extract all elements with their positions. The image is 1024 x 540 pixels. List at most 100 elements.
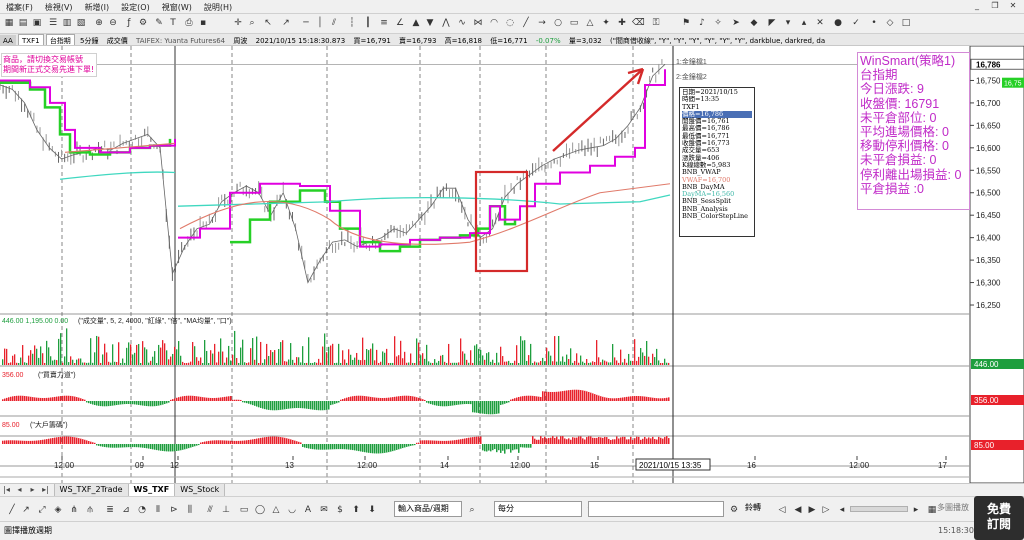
speed-line-icon[interactable]: ⫻	[204, 504, 216, 516]
channel-icon[interactable]: ⫽	[328, 17, 340, 29]
ray-icon[interactable]: →	[536, 17, 548, 29]
quote-icon[interactable]: ▥	[61, 17, 73, 29]
tab-ws-txf[interactable]: WS_TXF	[127, 484, 176, 496]
zigzag-icon[interactable]: ⋀	[440, 17, 452, 29]
label-icon[interactable]: ✦	[600, 17, 612, 29]
fib-time-icon[interactable]: ⦀	[152, 504, 164, 516]
menu-file[interactable]: 檔案(F)	[0, 0, 39, 13]
tab-last-icon[interactable]: ▸|	[39, 484, 52, 496]
symbol-list-icon[interactable]: ☰	[47, 17, 59, 29]
cycle-icon[interactable]: ◠	[488, 17, 500, 29]
red-flag-icon[interactable]: ◤	[766, 17, 778, 29]
menu-window[interactable]: 視窗(W)	[156, 0, 198, 13]
red-arrow-icon[interactable]: ➤	[730, 17, 742, 29]
zoom-out-icon[interactable]: ⊖	[107, 17, 119, 29]
crosshair-icon[interactable]: ✛	[232, 17, 244, 29]
buy-arrow-icon[interactable]: ⬆	[350, 504, 362, 516]
triangle-icon[interactable]: △	[584, 17, 596, 29]
zoom-in-icon[interactable]: ⊕	[93, 17, 105, 29]
text-draw-icon[interactable]: A	[302, 504, 314, 516]
rect-draw-icon[interactable]: ▭	[238, 504, 250, 516]
wave-icon[interactable]: ∿	[456, 17, 468, 29]
command-input[interactable]	[588, 501, 724, 517]
search-icon[interactable]: ⌕	[466, 504, 478, 516]
parallel-icon[interactable]: ◈	[52, 504, 64, 516]
step-forward-icon[interactable]: ▷	[820, 504, 832, 516]
close-icon[interactable]: ✕	[1004, 1, 1022, 10]
red-down-icon[interactable]: ▾	[782, 17, 794, 29]
save-icon[interactable]: ▪	[197, 17, 209, 29]
symbol-code[interactable]: TXF1	[18, 34, 44, 45]
slider-left-icon[interactable]: ◂	[836, 504, 848, 516]
extended-line-icon[interactable]: ⤢	[36, 504, 48, 516]
red-dot-icon[interactable]: ●	[832, 17, 844, 29]
red-check-icon[interactable]: ✓	[850, 17, 862, 29]
menu-settings[interactable]: 設定(O)	[115, 0, 156, 13]
bullet-icon[interactable]: •	[868, 17, 880, 29]
tab-next-icon[interactable]: ▸	[26, 484, 39, 496]
settings-icon[interactable]: ⚙	[728, 504, 740, 516]
red-marker-icon[interactable]: ◆	[748, 17, 760, 29]
free-subscribe-button[interactable]: 免費 訂閱	[974, 496, 1024, 540]
minimize-icon[interactable]: _	[968, 1, 986, 10]
product-period-input[interactable]: 輸入商品/週期	[394, 501, 462, 517]
note-icon[interactable]: ✉	[318, 504, 330, 516]
marker-icon[interactable]: ✚	[616, 17, 628, 29]
cycle-lines-icon[interactable]: ⫼	[184, 504, 196, 516]
order-label[interactable]: 鈴轉	[742, 501, 772, 517]
pointer-icon[interactable]: ↖	[262, 17, 274, 29]
ellipse-draw-icon[interactable]: ◯	[254, 504, 266, 516]
red-cross-icon[interactable]: ✕	[814, 17, 826, 29]
print-icon[interactable]: ⎙	[183, 17, 195, 29]
order-icon[interactable]: ▧	[75, 17, 87, 29]
eraser-icon[interactable]: ⌫	[632, 17, 645, 29]
price-label-icon[interactable]: $	[334, 504, 346, 516]
fib-retrace-icon[interactable]: ≣	[104, 504, 116, 516]
red-up-icon[interactable]: ▴	[798, 17, 810, 29]
hline-icon[interactable]: ─	[300, 17, 312, 29]
fib-arc-icon[interactable]: ◔	[136, 504, 148, 516]
flag-icon[interactable]: ⚑	[680, 17, 692, 29]
arc-draw-icon[interactable]: ◡	[286, 504, 298, 516]
regression-icon[interactable]: ⊥	[220, 504, 232, 516]
pattern-icon[interactable]: ⋈	[472, 17, 484, 29]
fib-fan-icon[interactable]: ⊿	[120, 504, 132, 516]
indicator-icon[interactable]: ƒ	[123, 17, 135, 29]
tab-ws-stock[interactable]: WS_Stock	[174, 484, 226, 496]
new-chart-icon[interactable]: ▦	[3, 17, 15, 29]
candle-icon[interactable]: ┃	[362, 17, 374, 29]
period-select[interactable]: 每分	[494, 501, 582, 517]
bell-icon[interactable]: ♪	[696, 17, 708, 29]
text-icon[interactable]: T	[167, 17, 179, 29]
ellipse-icon[interactable]: ○	[552, 17, 564, 29]
product-name[interactable]: 台指期	[45, 34, 75, 45]
zoom-tool-icon[interactable]: ⌕	[246, 17, 258, 29]
spiral-icon[interactable]: ◌	[504, 17, 516, 29]
menu-insert[interactable]: 新增(I)	[79, 0, 116, 13]
ray-draw-icon[interactable]: ↗	[20, 504, 32, 516]
chart-type[interactable]: 成交價	[104, 35, 131, 45]
step-back-icon[interactable]: ◀	[792, 504, 804, 516]
fib-icon[interactable]: ≡	[378, 17, 390, 29]
fork-icon[interactable]: ⋔	[68, 504, 80, 516]
star-icon[interactable]: ✧	[712, 17, 724, 29]
period-label[interactable]: 5分鐘	[77, 35, 101, 45]
arrow-up-icon[interactable]: ▲	[410, 17, 422, 29]
tab-ws-txf-2trade[interactable]: WS_TXF_2Trade	[53, 484, 129, 496]
bars-icon[interactable]: ┆	[346, 17, 358, 29]
play-icon[interactable]: ▶	[806, 504, 818, 516]
strategy-icon[interactable]: ⚙	[137, 17, 149, 29]
diamond-icon[interactable]: ◇	[884, 17, 896, 29]
rect-icon[interactable]: ▭	[568, 17, 580, 29]
lock-icon[interactable]: ⚿	[650, 17, 662, 29]
triangle-draw-icon[interactable]: △	[270, 504, 282, 516]
arrow-down-icon[interactable]: ▼	[424, 17, 436, 29]
playback-label[interactable]: 多圖播放	[934, 501, 974, 517]
restore-icon[interactable]: ❐	[986, 1, 1004, 10]
zoom-indicator[interactable]: AA	[0, 35, 16, 45]
line-tool-icon[interactable]: ╱	[520, 17, 532, 29]
square-icon[interactable]: □	[900, 17, 912, 29]
rewind-icon[interactable]: ◁	[776, 504, 788, 516]
draw-icon[interactable]: ✎	[153, 17, 165, 29]
slider-right-icon[interactable]: ▸	[910, 504, 922, 516]
